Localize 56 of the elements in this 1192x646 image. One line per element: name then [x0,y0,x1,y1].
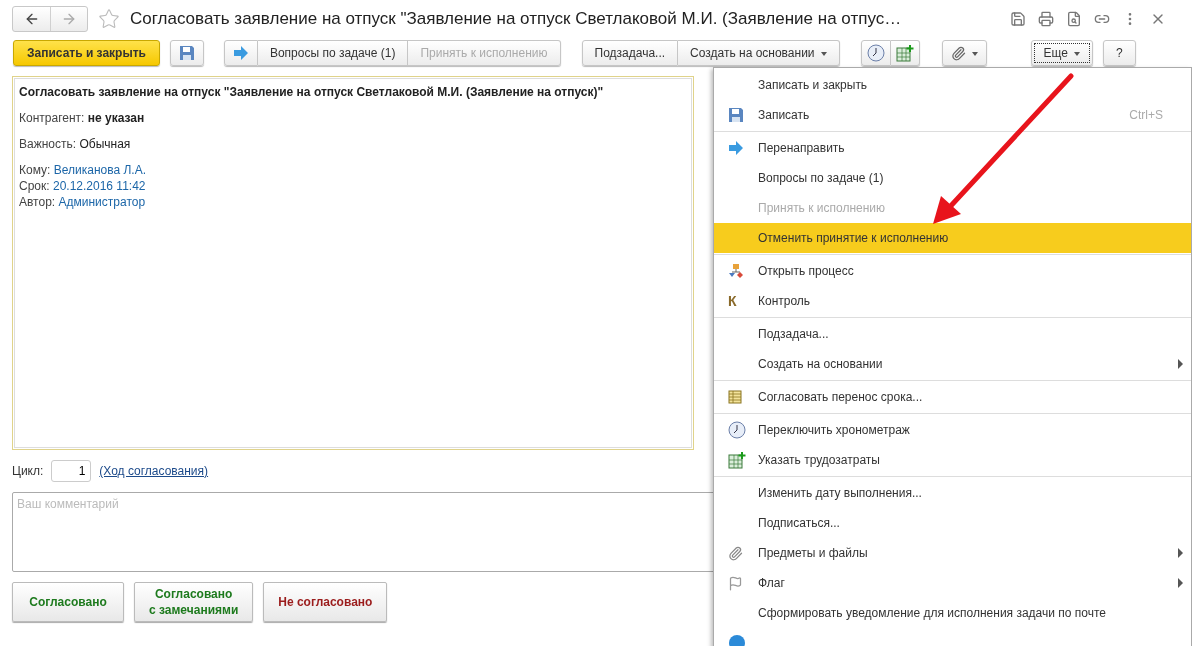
task-field: Важность: Обычная [19,137,687,151]
menu-item[interactable]: Переключить хронометраж [714,415,1191,445]
menu-item[interactable]: Записать Ctrl+S [714,100,1191,130]
menu-item[interactable]: Вопросы по задаче (1) [714,163,1191,193]
menu-item[interactable]: Перенаправить [714,133,1191,163]
print-icon[interactable] [1038,11,1054,27]
task-field: Кому: Великанова Л.А. [19,163,687,177]
attachments-button[interactable] [941,40,987,66]
menu-item[interactable]: Записать и закрыть [714,70,1191,100]
menu-item[interactable]: Открыть процесс [714,256,1191,286]
menu-item[interactable]: Подзадача... [714,319,1191,349]
toolbar-button[interactable]: Еще [1030,40,1093,66]
toolbar-button[interactable]: ? [1103,40,1136,66]
decision-button[interactable]: Согласовано [12,582,124,622]
forward-arrow-icon [61,11,77,27]
cycle-label: Цикл: [12,464,44,478]
menu-item[interactable]: Согласовать перенос срока... [714,382,1191,412]
task-field: Автор: Администратор [19,195,687,209]
toolbar-button[interactable]: Вопросы по задаче (1) [257,40,409,66]
add-table-icon [728,451,746,469]
menu-item[interactable]: Указать трудозатраты [714,445,1191,475]
favorite-star-icon[interactable] [98,8,120,30]
task-field: Срок: 20.12.2016 11:42 [19,179,687,193]
labor-button[interactable] [890,40,920,66]
process-icon [728,263,744,279]
add-table-icon [895,44,914,62]
task-heading: Согласовать заявление на отпуск "Заявление на отпуск Светлаковой М.И. (Заявление на отпуск)" [19,85,605,99]
decision-button[interactable]: Не согласовано [263,582,388,622]
paperclip-icon [950,45,966,61]
toolbar-button[interactable]: Создать на основании [678,40,840,66]
paperclip-icon [728,545,743,561]
table-icon [728,390,742,404]
clock-icon [866,44,885,62]
save-icon[interactable] [1010,11,1026,27]
save-icon [728,107,744,123]
toolbar-button[interactable]: Подзадача... [581,40,679,66]
forward-arrow-icon [728,140,744,156]
decision-button[interactable]: Согласовано с замечаниями [134,582,254,622]
cycle-field[interactable]: 1 [51,460,92,482]
menu-item[interactable]: Создать на основании [714,349,1191,379]
control-letter-icon: К [728,293,737,309]
forward-button[interactable] [223,40,258,66]
window-title: Согласовать заявление на отпуск "Заявление на отпуск Светлаковой М.И. (Заявление на отпус… [130,9,903,29]
forward-arrow-icon [232,45,249,61]
preview-icon[interactable] [1066,11,1082,27]
menu-item[interactable]: Сформировать уведомление для исполнения задачи по почте [714,598,1191,628]
flag-icon [728,575,743,591]
clock-icon [728,421,746,439]
task-field: Контрагент: не указан [19,111,687,125]
save-icon [178,45,195,61]
timer-button[interactable] [860,40,891,66]
save-and-close-button[interactable]: Записать и закрыть [13,40,160,66]
approval-history-link[interactable]: (Ход согласования) [99,464,209,478]
save-button[interactable] [169,40,204,66]
menu-item[interactable]: К Контроль [714,286,1191,316]
menu-item[interactable]: Отменить принятие к исполнению [714,223,1191,253]
